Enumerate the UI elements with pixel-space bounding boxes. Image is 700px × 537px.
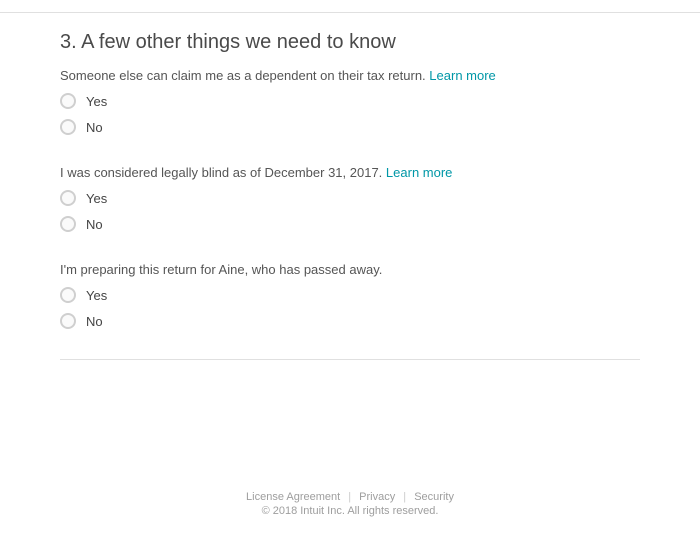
radio-row-dependent-yes: Yes — [60, 93, 640, 109]
question-deceased-text: I'm preparing this return for Aine, who … — [60, 262, 382, 277]
radio-group-blind: Yes No — [60, 190, 640, 232]
radio-blind-yes[interactable] — [60, 190, 76, 206]
radio-label-blind-no: No — [86, 217, 103, 232]
question-dependent: Someone else can claim me as a dependent… — [60, 68, 640, 83]
section-number: 3. — [60, 31, 77, 53]
radio-deceased-yes[interactable] — [60, 287, 76, 303]
question-blind-text: I was considered legally blind as of Dec… — [60, 165, 382, 180]
footer-links: License Agreement | Privacy | Security — [0, 491, 700, 503]
bottom-divider — [60, 359, 640, 360]
radio-blind-no[interactable] — [60, 216, 76, 232]
radio-row-dependent-no: No — [60, 119, 640, 135]
section-title: 3. A few other things we need to know — [60, 31, 640, 54]
section-title-text: A few other things we need to know — [81, 31, 396, 53]
radio-label-deceased-yes: Yes — [86, 288, 107, 303]
radio-group-dependent: Yes No — [60, 93, 640, 135]
radio-dependent-yes[interactable] — [60, 93, 76, 109]
question-blind: I was considered legally blind as of Dec… — [60, 165, 640, 180]
radio-label-dependent-no: No — [86, 120, 103, 135]
radio-group-deceased: Yes No — [60, 287, 640, 329]
question-dependent-text: Someone else can claim me as a dependent… — [60, 68, 426, 83]
radio-row-blind-no: No — [60, 216, 640, 232]
radio-row-deceased-yes: Yes — [60, 287, 640, 303]
radio-label-dependent-yes: Yes — [86, 94, 107, 109]
learn-more-link-blind[interactable]: Learn more — [386, 165, 452, 180]
radio-label-blind-yes: Yes — [86, 191, 107, 206]
footer-privacy-link[interactable]: Privacy — [354, 491, 400, 503]
radio-row-deceased-no: No — [60, 313, 640, 329]
footer-security-link[interactable]: Security — [409, 491, 459, 503]
footer-copyright: © 2018 Intuit Inc. All rights reserved. — [0, 505, 700, 517]
radio-label-deceased-no: No — [86, 314, 103, 329]
footer-sep: | — [348, 491, 351, 503]
learn-more-link-dependent[interactable]: Learn more — [429, 68, 495, 83]
content-section: 3. A few other things we need to know So… — [0, 13, 700, 360]
radio-row-blind-yes: Yes — [60, 190, 640, 206]
footer-sep: | — [403, 491, 406, 503]
question-deceased: I'm preparing this return for Aine, who … — [60, 262, 640, 277]
footer: License Agreement | Privacy | Security ©… — [0, 491, 700, 517]
radio-dependent-no[interactable] — [60, 119, 76, 135]
radio-deceased-no[interactable] — [60, 313, 76, 329]
footer-license-link[interactable]: License Agreement — [241, 491, 345, 503]
